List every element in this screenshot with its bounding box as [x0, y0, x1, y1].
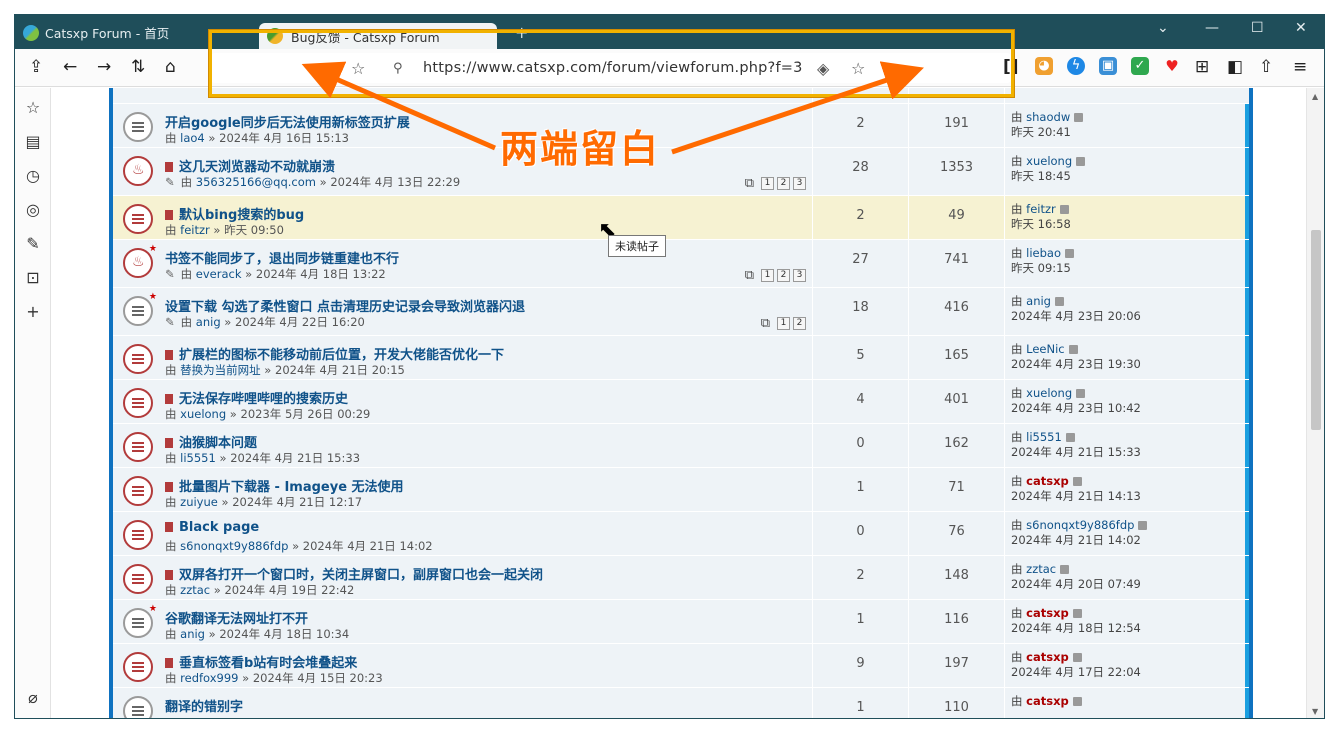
arrow-right: [671, 61, 924, 155]
tooltip: 未读帖子: [608, 235, 666, 257]
arrow-left: [301, 61, 496, 151]
annotation-text: 两端留白: [500, 127, 661, 171]
annotation-arrows: [301, 61, 924, 155]
